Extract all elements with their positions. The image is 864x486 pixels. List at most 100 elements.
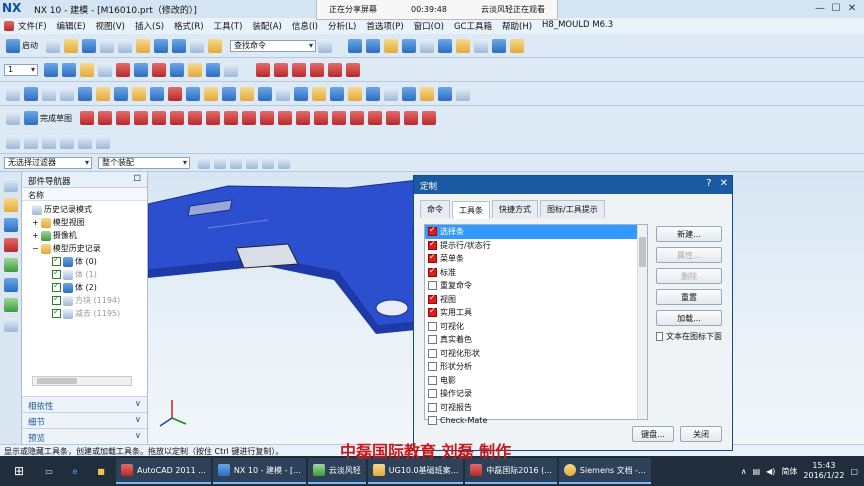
draft-icon[interactable] xyxy=(132,86,146,101)
navigator-hscrollbar[interactable] xyxy=(32,376,132,386)
toolbar-checkbox[interactable] xyxy=(428,335,437,345)
file-explorer-icon[interactable]: ■ xyxy=(90,460,112,482)
copy-icon[interactable] xyxy=(118,38,132,53)
arc-center-icon[interactable] xyxy=(262,156,274,169)
layer-settings-icon[interactable] xyxy=(44,62,58,77)
finish-sketch-icon[interactable] xyxy=(24,111,38,125)
menu-analysis[interactable]: 分析(L) xyxy=(328,19,356,33)
name-column-header[interactable]: 名称 xyxy=(22,188,147,201)
tree-item-body-1[interactable]: 体 (1) xyxy=(22,268,147,281)
offset-face-icon[interactable] xyxy=(186,86,200,101)
plus-icon[interactable] xyxy=(98,62,112,77)
zoom-icon[interactable] xyxy=(366,38,380,53)
point-icon[interactable] xyxy=(116,62,130,77)
text-below-icon-option[interactable]: 文本在图标下面 xyxy=(656,331,722,342)
tree-item-cameras[interactable]: + 摄像机 xyxy=(22,229,147,242)
sketch-arc-icon[interactable] xyxy=(116,111,130,125)
reuse-library-icon[interactable] xyxy=(4,258,18,272)
circle-icon[interactable] xyxy=(134,111,148,125)
pull-face-icon[interactable] xyxy=(438,86,452,101)
split-body-icon[interactable] xyxy=(168,86,182,101)
tree-item-block[interactable]: 方块 (1194) xyxy=(22,294,147,307)
sketch-fillet-icon[interactable] xyxy=(152,111,166,125)
expand-icon[interactable]: + xyxy=(32,231,39,240)
expand-icon[interactable]: + xyxy=(32,218,39,227)
sketch-line-icon[interactable] xyxy=(98,111,112,125)
assembly-navigator-icon[interactable] xyxy=(4,198,18,212)
start-button[interactable]: 启动 xyxy=(22,40,38,51)
swept-icon[interactable] xyxy=(258,86,272,101)
select-all-icon[interactable] xyxy=(230,156,242,169)
toolbar-checkbox[interactable] xyxy=(428,348,437,358)
tab-commands[interactable]: 命令 xyxy=(420,200,450,218)
type-filter-select[interactable]: 无选择过滤器 xyxy=(4,156,92,169)
list-item[interactable]: 菜单条 xyxy=(425,252,647,266)
toolbar-checkbox[interactable] xyxy=(428,239,437,250)
tab-toolbars[interactable]: 工具条 xyxy=(452,201,490,219)
visibility-checkbox[interactable] xyxy=(52,294,61,305)
constraint-navigator-icon[interactable] xyxy=(4,218,18,232)
extrude-icon[interactable] xyxy=(80,62,94,77)
curve-tool-icon[interactable] xyxy=(24,86,38,101)
volume-icon[interactable]: ◀) xyxy=(766,467,775,476)
undo-icon[interactable] xyxy=(154,38,168,53)
snap-mid-icon[interactable] xyxy=(42,135,56,149)
scroll-thumb[interactable] xyxy=(37,378,77,384)
menu-help[interactable]: 帮助(H) xyxy=(502,19,532,33)
redo-icon[interactable] xyxy=(172,38,186,53)
toolbar-checkbox[interactable] xyxy=(428,293,437,304)
trim-body-icon[interactable] xyxy=(150,86,164,101)
clock[interactable]: 15:43 2016/1/22 xyxy=(803,461,844,481)
part-navigator-icon[interactable] xyxy=(4,238,18,252)
task-view-icon[interactable]: ▭ xyxy=(38,460,60,482)
list-item[interactable]: 实用工具 xyxy=(425,306,647,320)
task-autocad[interactable]: AutoCAD 2011 ... xyxy=(116,458,211,484)
menu-window[interactable]: 窗口(O) xyxy=(414,19,444,33)
menu-edit[interactable]: 编辑(E) xyxy=(57,19,86,33)
tray-expand-icon[interactable]: ∧ xyxy=(741,467,747,476)
list-item[interactable]: 标准 xyxy=(425,266,647,280)
section-details[interactable]: 细节 xyxy=(22,412,147,428)
list-item[interactable]: 操作记录 xyxy=(425,387,647,401)
list-item[interactable]: 提示行/状态行 xyxy=(425,239,647,253)
text-below-icon-checkbox[interactable] xyxy=(656,332,663,341)
list-item[interactable]: 选择条 xyxy=(425,225,647,239)
show-constraints-icon[interactable] xyxy=(386,111,400,125)
list-item[interactable]: 可视化 xyxy=(425,320,647,334)
minimize-icon[interactable]: — xyxy=(812,1,828,15)
orient-view-icon[interactable] xyxy=(402,38,416,53)
move-face-icon[interactable] xyxy=(420,86,434,101)
toolbar-checkbox[interactable] xyxy=(428,389,437,399)
list-item[interactable]: 可视化形状 xyxy=(425,347,647,361)
tangent-point-icon[interactable] xyxy=(278,156,290,169)
list-item[interactable]: 电影 xyxy=(425,374,647,388)
menu-format[interactable]: 格式(R) xyxy=(174,19,204,33)
list-item[interactable]: Check-Mate xyxy=(425,414,647,428)
scope-select[interactable]: 整个装配 xyxy=(98,156,190,169)
dialog-title-bar[interactable]: 定制 ? ✕ xyxy=(414,176,732,194)
project-curve-icon[interactable] xyxy=(328,62,342,77)
sketch-icon[interactable] xyxy=(6,86,20,101)
start-icon[interactable] xyxy=(6,38,20,53)
tree-item-model-history[interactable]: − 模型历史记录 xyxy=(22,242,147,255)
fit-icon[interactable] xyxy=(6,111,20,125)
paste-icon[interactable] xyxy=(136,38,150,53)
tab-icons-tooltips[interactable]: 图标/工具提示 xyxy=(540,200,605,218)
list-scrollbar[interactable] xyxy=(637,225,647,419)
fillet-icon[interactable] xyxy=(78,86,92,101)
text-icon[interactable] xyxy=(42,86,56,101)
open-folder-icon[interactable] xyxy=(64,38,78,53)
mirror-icon[interactable] xyxy=(240,86,254,101)
help-icon[interactable]: ? xyxy=(706,178,711,189)
search-icon[interactable] xyxy=(318,38,332,53)
layer-icon[interactable] xyxy=(456,38,470,53)
section-preview[interactable]: 预览 xyxy=(22,428,147,444)
tree-item-model-views[interactable]: + 模型视图 xyxy=(22,216,147,229)
shell-icon[interactable] xyxy=(114,86,128,101)
cut-icon[interactable] xyxy=(100,38,114,53)
hd3d-tools-icon[interactable] xyxy=(4,278,18,292)
tree-item-body-2[interactable]: 体 (2) xyxy=(22,281,147,294)
new-button[interactable]: 新建... xyxy=(656,226,722,242)
synchronous-icon[interactable] xyxy=(402,86,416,101)
menu-assembly[interactable]: 装配(A) xyxy=(252,19,281,33)
